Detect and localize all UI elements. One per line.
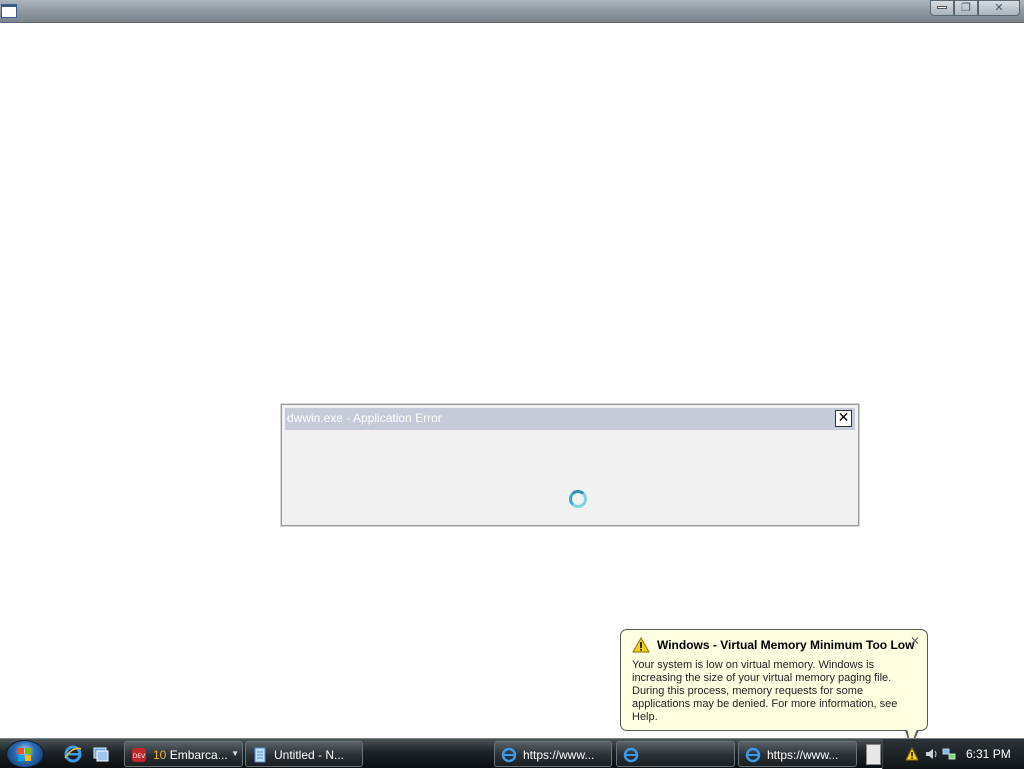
taskbar-button-label: Embarca...	[169, 748, 228, 762]
svg-text:DEV: DEV	[133, 753, 146, 760]
clock[interactable]: 6:31 PM	[966, 747, 1011, 761]
taskbar-button-notepad[interactable]: Untitled - N...	[245, 741, 363, 767]
ie-icon	[745, 747, 761, 763]
dialog-titlebar[interactable]: dwwin.exe - Application Error ✕	[285, 408, 855, 430]
notification-body: Your system is low on virtual memory. Wi…	[632, 659, 898, 723]
dialog-title: dwwin.exe - Application Error	[287, 411, 442, 425]
loading-spinner-icon	[569, 490, 587, 508]
application-error-dialog: dwwin.exe - Application Error ✕	[281, 404, 859, 526]
taskbar-button-label: Untitled - N...	[274, 748, 345, 762]
close-button[interactable]: ✕	[978, 0, 1020, 16]
minimize-button[interactable]	[930, 0, 954, 16]
taskbar-button-ie-3[interactable]: https://www...	[738, 741, 857, 767]
group-count: 10	[153, 748, 167, 762]
maximize-button[interactable]: ❐	[954, 0, 978, 16]
dialog-close-button[interactable]: ✕	[835, 410, 852, 427]
internet-explorer-icon[interactable]	[64, 745, 82, 763]
taskbar-button-embarcadero[interactable]: DEV 10 Embarca... ▼	[124, 741, 243, 767]
taskbar-button-label: https://www...	[767, 748, 839, 762]
notification-title: Windows - Virtual Memory Minimum Too Low	[657, 638, 915, 652]
chevron-down-icon: ▼	[231, 749, 239, 758]
windows-logo-icon	[18, 748, 32, 761]
ie-icon	[501, 747, 517, 763]
close-icon: ✕	[994, 1, 1004, 14]
restore-icon: ❐	[961, 1, 971, 14]
window-titlebar[interactable]: ❐ ✕	[0, 0, 1024, 23]
network-icon[interactable]	[942, 747, 956, 761]
warning-icon	[632, 637, 650, 653]
application-icon[interactable]	[1, 4, 17, 18]
warning-icon[interactable]	[905, 747, 919, 761]
devcon-icon: DEV	[132, 748, 146, 762]
taskbar-button-ie-2[interactable]	[616, 741, 735, 767]
notification-close-button[interactable]: ✕	[910, 634, 920, 648]
virtual-memory-notification[interactable]: Windows - Virtual Memory Minimum Too Low…	[620, 629, 928, 748]
taskbar-button-label: https://www...	[523, 748, 595, 762]
notepad-icon	[254, 747, 266, 763]
keyboard-icon[interactable]	[866, 744, 881, 765]
start-button[interactable]	[6, 740, 44, 768]
switch-windows-icon[interactable]	[92, 745, 110, 763]
taskbar-button-ie-1[interactable]: https://www...	[494, 741, 612, 767]
ie-icon	[623, 747, 639, 763]
volume-icon[interactable]	[924, 747, 938, 761]
